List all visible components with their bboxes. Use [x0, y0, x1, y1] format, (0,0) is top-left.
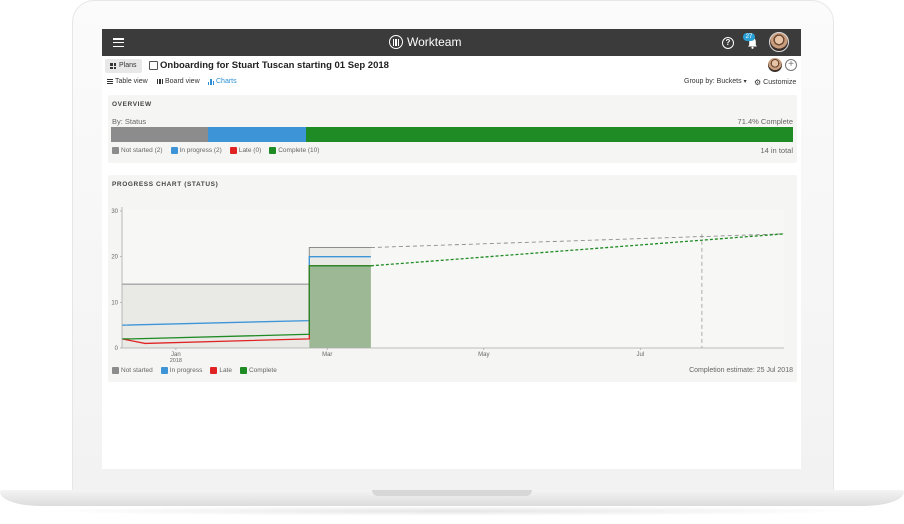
- status-segment[interactable]: [305, 127, 793, 142]
- plan-checkbox[interactable]: [149, 61, 158, 70]
- member-avatar[interactable]: [768, 58, 782, 72]
- group-by-dropdown[interactable]: Group by: Buckets ▾: [684, 78, 747, 85]
- laptop-shadow: [30, 506, 874, 516]
- notification-badge: 27: [743, 33, 755, 41]
- legend-label: Complete (10): [278, 147, 320, 154]
- workteam-logo-icon: [389, 35, 403, 49]
- legend-swatch: [269, 147, 277, 154]
- plans-label: Plans: [119, 62, 137, 69]
- group-by-label: Group by: Buckets: [684, 78, 742, 85]
- y-tick-label: 30: [111, 209, 118, 215]
- plans-button[interactable]: Plans: [105, 59, 142, 73]
- legend-swatch: [112, 147, 119, 154]
- legend-label: Complete: [248, 367, 277, 374]
- chevron-down-icon: ▾: [743, 79, 747, 85]
- table-view-label: Table view: [115, 78, 148, 85]
- x-tick-label: May: [478, 352, 489, 358]
- y-tick-label: 20: [111, 255, 118, 261]
- y-tick-label: 10: [111, 300, 118, 306]
- board-view-label: Board view: [165, 78, 200, 85]
- status-bar[interactable]: [111, 127, 793, 142]
- legend-swatch: [229, 147, 237, 154]
- board-view-tab[interactable]: Board view: [157, 78, 200, 85]
- status-segment[interactable]: [111, 127, 209, 142]
- charts-view-tab[interactable]: Charts: [208, 78, 237, 85]
- legend-swatch: [170, 147, 178, 154]
- x-tick-label: Mar: [322, 352, 332, 358]
- percent-complete: 71.4% Complete: [737, 117, 793, 126]
- brand-name: Workteam: [407, 35, 462, 49]
- progress-legend-item[interactable]: Late: [210, 367, 232, 374]
- status-segment[interactable]: [208, 127, 306, 142]
- x-tick-sublabel: 2018: [170, 358, 182, 364]
- overview-legend-item[interactable]: Complete (10): [269, 147, 319, 154]
- app-screen: Workteam ? 27 Plans Onboarding for Stuar…: [102, 29, 801, 469]
- legend-label: Not started (2): [121, 147, 163, 154]
- legend-swatch: [210, 367, 218, 374]
- progress-title: PROGRESS CHART (STATUS): [112, 181, 219, 188]
- table-icon: [107, 79, 113, 84]
- complete-area: [309, 265, 371, 348]
- top-bar: Workteam ? 27: [102, 29, 801, 56]
- x-tick-label: Jul: [636, 352, 644, 358]
- progress-legend-item[interactable]: In progress: [160, 367, 203, 374]
- overview-legend-item[interactable]: Not started (2): [112, 147, 163, 154]
- help-icon[interactable]: ?: [722, 37, 734, 49]
- table-view-tab[interactable]: Table view: [107, 78, 148, 85]
- plan-header: Plans Onboarding for Stuart Tuscan start…: [102, 56, 801, 76]
- overview-legend-item[interactable]: In progress (2): [170, 147, 222, 154]
- progress-card: PROGRESS CHART (STATUS) 0 10 20 30 Jan 2018 Ma…: [108, 175, 797, 382]
- y-tick-label: 0: [115, 346, 119, 352]
- legend-label: In progress (2): [179, 147, 222, 154]
- grid-icon: [110, 63, 116, 69]
- customize-label: Customize: [763, 79, 797, 86]
- legend-label: In progress: [169, 367, 203, 374]
- completion-estimate: Completion estimate: 25 Jul 2018: [689, 367, 793, 374]
- brand[interactable]: Workteam: [389, 35, 461, 49]
- overview-legend: Not started (2) In progress (2) Late (0) Co…: [112, 147, 319, 154]
- charts-view-label: Charts: [216, 78, 237, 85]
- overview-legend-item[interactable]: Late (0): [229, 147, 262, 154]
- progress-legend: Not started In progress Late Complete: [112, 367, 277, 374]
- legend-swatch: [239, 367, 247, 374]
- menu-icon[interactable]: [113, 38, 124, 48]
- overview-by: By: Status: [112, 117, 147, 126]
- legend-label: Late: [219, 367, 232, 374]
- chart-icon: [208, 78, 214, 85]
- view-switcher: Table view Board view Charts Group by: B…: [102, 76, 801, 90]
- overview-card: OVERVIEW By: Status 71.4% Complete Not s…: [108, 95, 797, 163]
- progress-chart[interactable]: 0102030Jan2018Mar May Jul: [108, 189, 797, 364]
- add-member-icon[interactable]: +: [785, 59, 797, 71]
- legend-label: Late (0): [238, 147, 262, 154]
- legend-swatch: [112, 367, 119, 374]
- progress-legend-item[interactable]: Not started: [112, 367, 153, 374]
- legend-swatch: [160, 367, 168, 374]
- legend-label: Not started: [121, 367, 153, 374]
- gear-icon: ⚙: [754, 78, 762, 87]
- board-icon: [157, 79, 163, 84]
- laptop-notch: [372, 490, 532, 496]
- total-count: 14 in total: [760, 146, 793, 155]
- plan-title: Onboarding for Stuart Tuscan starting 01…: [160, 60, 389, 71]
- user-avatar[interactable]: [769, 32, 789, 52]
- overview-title: OVERVIEW: [112, 101, 152, 108]
- progress-legend-item[interactable]: Complete: [239, 367, 277, 374]
- customize-button[interactable]: ⚙ Customize: [754, 78, 796, 87]
